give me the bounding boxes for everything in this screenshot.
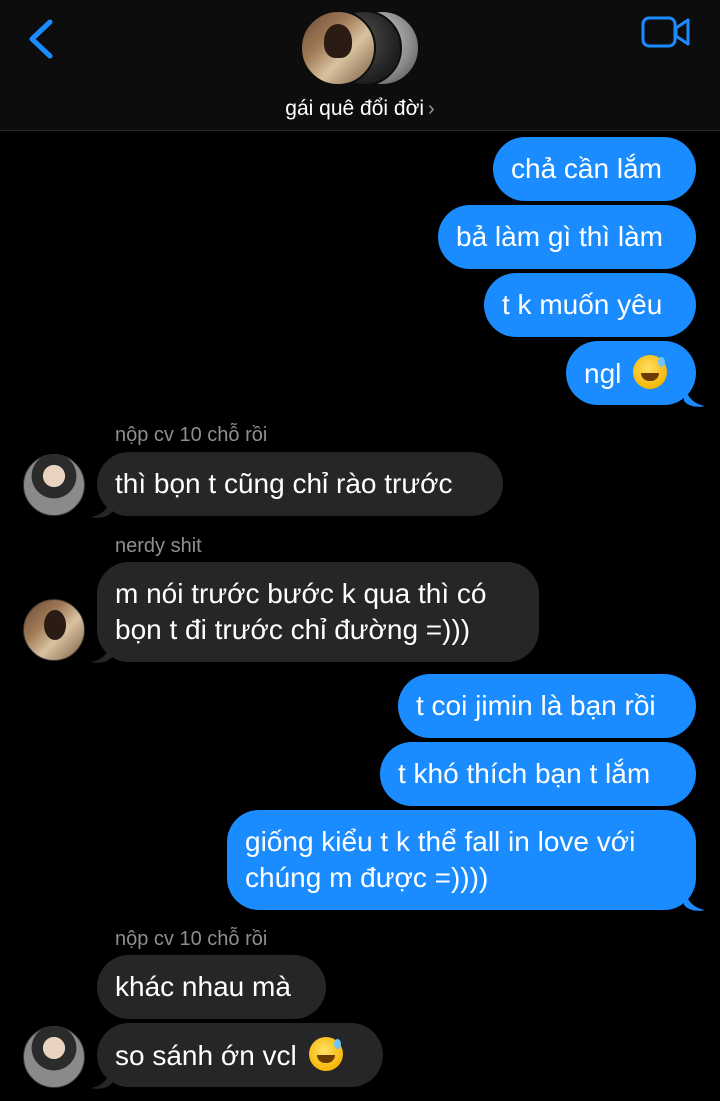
group-name[interactable]: gái quê đổi đời › [0,97,720,121]
message-bubble[interactable]: chả cần lắm [493,137,696,201]
bubble-tail [91,642,112,663]
sender-name: nerdy shit [115,535,202,557]
chevron-left-icon[interactable] [22,16,62,62]
chevron-right-icon: › [428,98,435,120]
message-bubble[interactable]: t coi jimin là bạn rồi [398,674,696,738]
message-text-line: giống kiểu t k thể fall in love với [245,826,636,857]
message-bubble[interactable]: ngl [566,341,696,405]
message-text-line: m nói trước bước k qua thì có [115,578,487,609]
bubble-tail [684,386,705,407]
message-text-line: bọn t đi trước chỉ đường =))) [115,614,471,645]
message-bubble[interactable]: khác nhau mà [97,955,326,1019]
video-camera-icon[interactable] [640,14,692,50]
sender-avatar[interactable] [23,1026,85,1088]
sender-name: nộp cv 10 chỗ rồi [115,928,268,950]
message-text: so sánh ớn vcl [115,1040,297,1071]
sender-avatar[interactable] [23,454,85,516]
message-bubble[interactable]: giống kiểu t k thể fall in love với chún… [227,810,696,910]
message-text-line: chúng m được =)))) [245,862,489,893]
message-bubble[interactable]: thì bọn t cũng chỉ rào trước [97,452,503,516]
message-text: thì bọn t cũng chỉ rào trước [115,468,453,499]
message-text: t khó thích bạn t lắm [398,758,651,789]
message-text: ngl [584,358,622,389]
message-bubble[interactable]: bả làm gì thì làm [438,205,696,269]
message-bubble[interactable]: t k muốn yêu [484,273,696,337]
message-bubble[interactable]: t khó thích bạn t lắm [380,742,696,806]
sender-name: nộp cv 10 chỗ rồi [115,424,268,446]
message-text: t coi jimin là bạn rồi [416,690,656,721]
group-avatar[interactable] [300,10,422,90]
message-text: bả làm gì thì làm [456,221,663,252]
bubble-tail [91,1068,112,1089]
sweat-smile-emoji-icon [633,355,668,389]
conversation-header: gái quê đổi đời › [0,0,720,131]
group-name-label: gái quê đổi đời [285,97,425,120]
member-avatar [300,10,376,86]
message-text: t k muốn yêu [502,289,663,320]
bubble-tail [684,890,705,911]
sweat-smile-emoji-icon [308,1037,343,1071]
bubble-tail [91,497,112,518]
message-bubble[interactable]: so sánh ớn vcl [97,1023,383,1087]
message-text: khác nhau mà [115,971,291,1002]
sender-avatar[interactable] [23,599,85,661]
message-text: chả cần lắm [511,153,662,184]
message-bubble[interactable]: m nói trước bước k qua thì có bọn t đi t… [97,562,539,662]
